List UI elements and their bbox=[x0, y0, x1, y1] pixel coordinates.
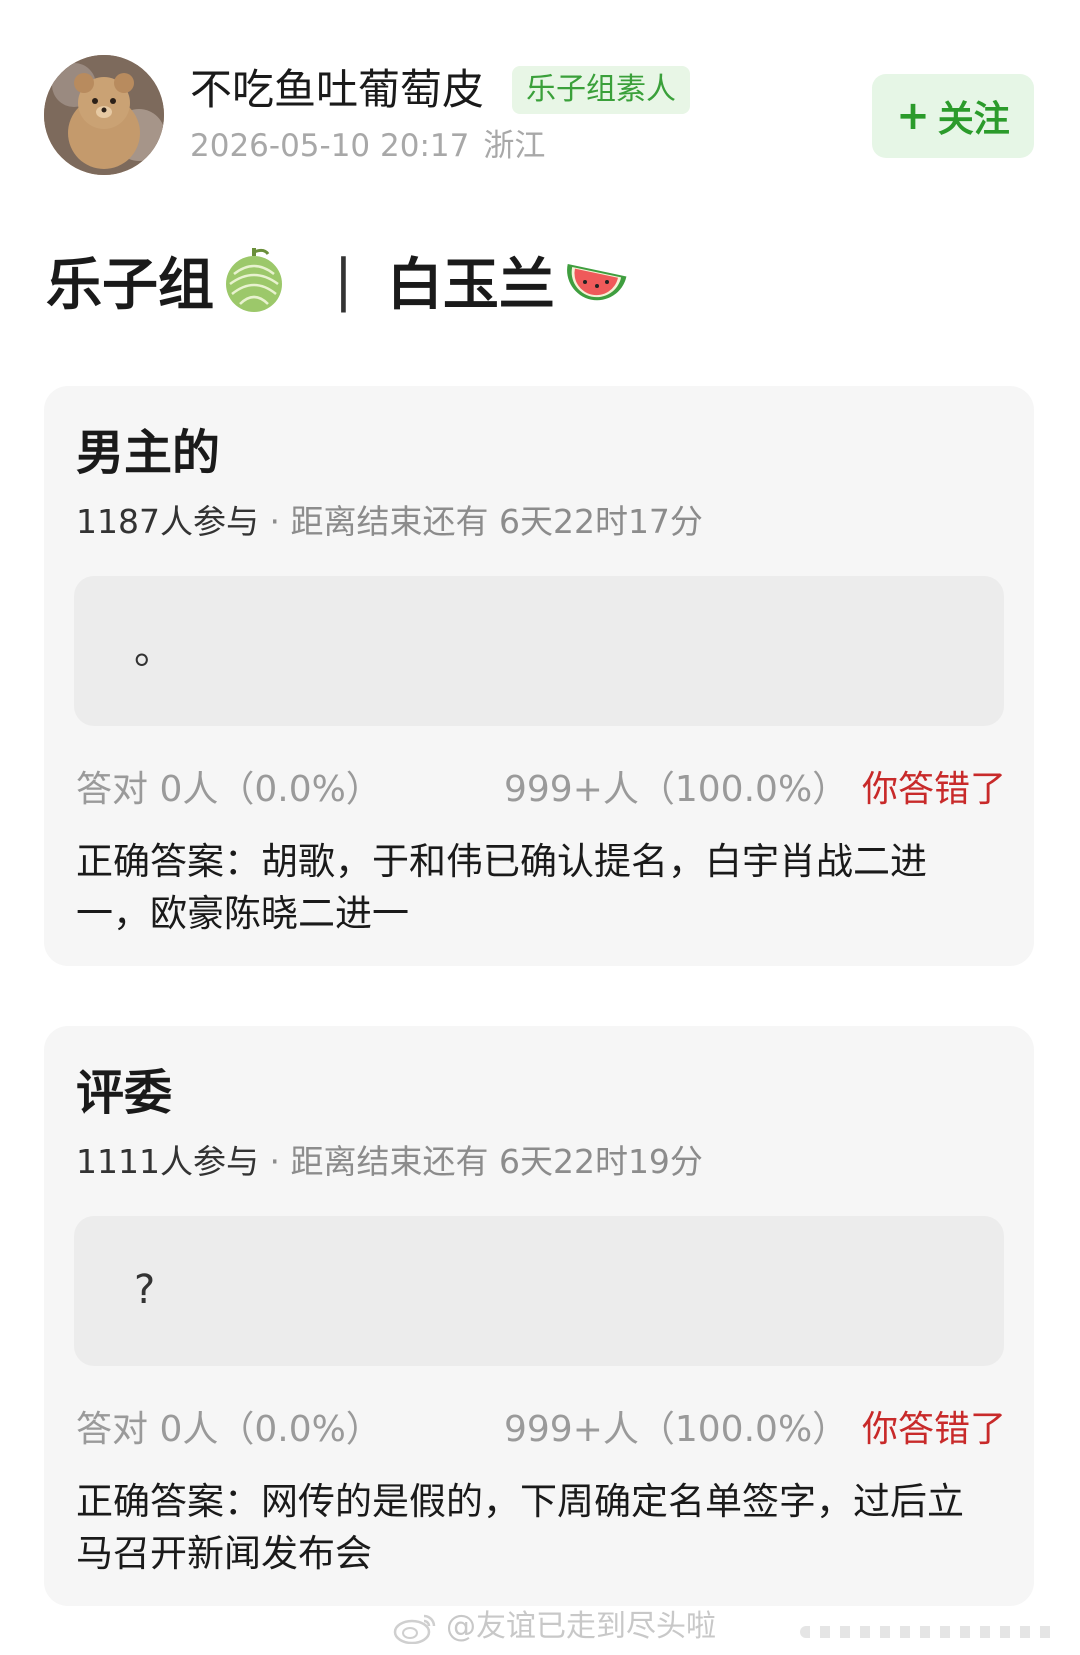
correct-stats: 答对 0人（0.0%） bbox=[76, 1409, 382, 1450]
weibo-logo-icon bbox=[393, 1614, 436, 1644]
quiz-stats: 答对 0人（0.0%） 999+人（100.0%） 你答错了 bbox=[76, 1402, 1006, 1458]
teddy-bear-avatar-icon bbox=[44, 55, 164, 175]
melon-icon bbox=[226, 248, 282, 312]
answer-verdict: 你答错了 bbox=[861, 769, 1006, 810]
quiz-card: 评委 1111人参与 · 距离结束还有 6天22时19分 ? 答对 0人（0.0… bbox=[44, 1026, 1034, 1606]
quiz-title: 评委 bbox=[76, 1065, 173, 1121]
quiz-option[interactable]: ? bbox=[74, 1216, 1004, 1366]
post-title-left: 乐子组 bbox=[46, 252, 214, 318]
post-header: 不吃鱼吐葡萄皮 乐子组素人 2026-05-10 20:17 浙江 + 关注 bbox=[0, 0, 1080, 200]
quiz-option-text: 。 bbox=[134, 627, 174, 673]
correct-answer: 正确答案：网传的是假的，下周确定名单签字，过后立马召开新闻发布会 bbox=[76, 1480, 964, 1575]
user-badge: 乐子组素人 bbox=[512, 66, 690, 114]
title-separator: | bbox=[334, 247, 353, 313]
quiz-participants: 1111人参与 bbox=[76, 1142, 259, 1181]
post-location: 浙江 bbox=[483, 128, 546, 164]
avatar[interactable] bbox=[44, 55, 164, 175]
quiz-remaining-time: · 距离结束还有 6天22时17分 bbox=[269, 502, 703, 541]
post-title-right: 白玉兰 bbox=[386, 252, 555, 318]
quiz-meta: 1187人参与 · 距离结束还有 6天22时17分 bbox=[76, 498, 703, 546]
post-meta: 2026-05-10 20:17 浙江 bbox=[190, 124, 545, 168]
answer-verdict: 你答错了 bbox=[861, 1409, 1006, 1450]
username[interactable]: 不吃鱼吐葡萄皮 bbox=[190, 62, 484, 118]
wrong-stats: 999+人（100.0%） bbox=[504, 769, 849, 810]
watermark: @友谊已走到尽头啦 bbox=[392, 1602, 716, 1652]
quiz-option[interactable]: 。 bbox=[74, 576, 1004, 726]
quiz-title: 男主的 bbox=[76, 425, 221, 481]
follow-label: 关注 bbox=[937, 99, 1010, 140]
quiz-remaining-time: · 距离结束还有 6天22时19分 bbox=[269, 1142, 703, 1181]
wrong-stats: 999+人（100.0%） bbox=[504, 1409, 849, 1450]
correct-stats: 答对 0人（0.0%） bbox=[76, 769, 382, 810]
plus-icon: + bbox=[896, 93, 930, 139]
post-datetime: 2026-05-10 20:17 bbox=[190, 128, 470, 164]
watermelon-icon bbox=[567, 263, 627, 301]
quiz-card: 男主的 1187人参与 · 距离结束还有 6天22时17分 。 答对 0人（0.… bbox=[44, 386, 1034, 966]
post-title: 乐子组 | 白玉兰 bbox=[46, 240, 635, 320]
quiz-stats: 答对 0人（0.0%） 999+人（100.0%） 你答错了 bbox=[76, 762, 1006, 818]
quiz-participants: 1187人参与 bbox=[76, 502, 259, 541]
watermark-text: @友谊已走到尽头啦 bbox=[446, 1609, 716, 1644]
quiz-option-text: ? bbox=[134, 1267, 156, 1313]
follow-button[interactable]: + 关注 bbox=[872, 74, 1034, 158]
quiz-meta: 1111人参与 · 距离结束还有 6天22时19分 bbox=[76, 1138, 703, 1186]
correct-answer: 正确答案：胡歌，于和伟已确认提名，白宇肖战二进一，欧豪陈晓二进一 bbox=[76, 840, 927, 935]
footer-decoration bbox=[800, 1626, 1060, 1638]
